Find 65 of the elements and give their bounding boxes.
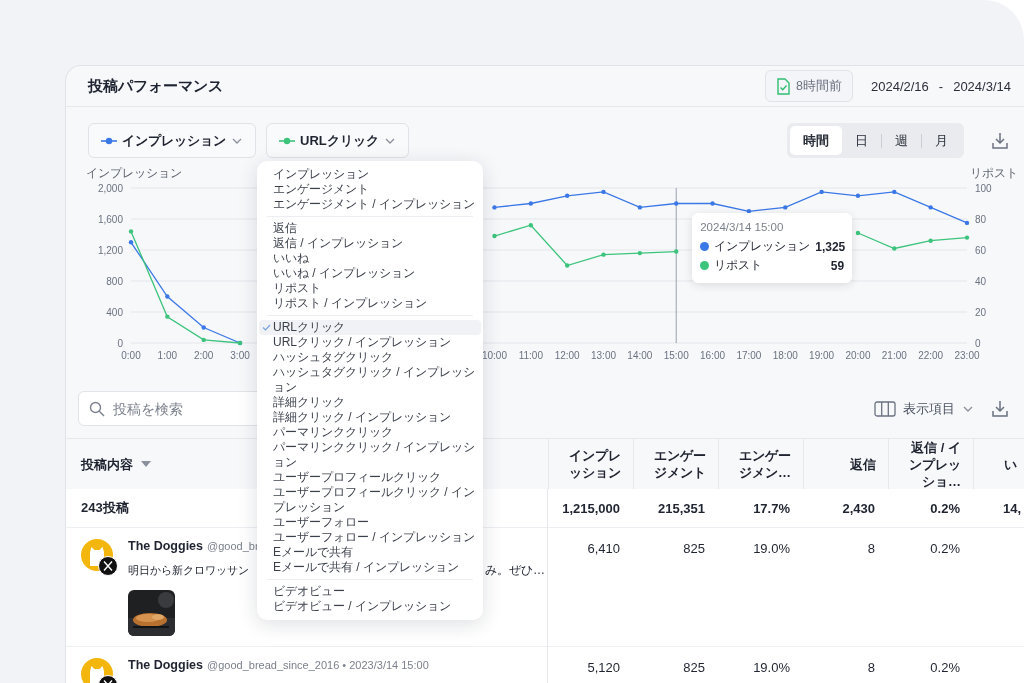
axis-label: 11:00 xyxy=(518,350,543,361)
axis-label: 15:00 xyxy=(663,350,689,361)
tooltip-label: インプレッション xyxy=(714,239,811,254)
axis-label: 12:00 xyxy=(554,350,580,361)
axis-label: 400 xyxy=(106,306,123,318)
axis-label: 0:00 xyxy=(121,350,141,361)
tooltip-title: 2024/3/14 15:00 xyxy=(700,221,785,233)
axis-label: 14:00 xyxy=(627,350,653,361)
axis-label: 0 xyxy=(117,337,123,349)
axis-label: 80 xyxy=(975,213,987,225)
axis-label: 20:00 xyxy=(845,350,871,361)
axis-label: 16:00 xyxy=(700,350,726,361)
post-text: み。ぜひ… xyxy=(485,562,545,579)
axis-label: 100 xyxy=(975,182,992,194)
axis-label: 60 xyxy=(975,244,987,256)
tooltip-value: 59 xyxy=(830,258,845,273)
table-cell-text: 5,120 xyxy=(587,660,620,677)
post-meta: @good_bread_since_2016 • 2023/3/14 15:00 xyxy=(207,659,429,671)
axis-label: 40 xyxy=(975,275,987,287)
table-cell-text: 8 xyxy=(867,541,875,558)
table-cell-text: 6,410 xyxy=(587,541,620,558)
axis-label: 23:00 xyxy=(954,350,980,361)
axis-label: 21:00 xyxy=(881,350,907,361)
axis-label: 13:00 xyxy=(591,350,617,361)
axis-label: 800 xyxy=(106,275,123,287)
table-cell: 2,430 xyxy=(842,500,875,516)
table-cell-text: 825 xyxy=(683,541,705,558)
axis-label: 17:00 xyxy=(736,350,762,361)
page-title: 投稿パフォーマンス xyxy=(88,76,223,96)
axis-label: 10:00 xyxy=(481,350,507,361)
post-text: 明日から新クロワッサン xyxy=(128,563,249,578)
table-cell-text: 825 xyxy=(683,660,705,677)
date-start: 2024/2/16 xyxy=(870,78,929,94)
axis-label: 1,600 xyxy=(97,213,123,225)
table-cell: 14, xyxy=(1003,500,1022,516)
axis-label: 1:00 xyxy=(157,350,178,361)
axis-title: インプレッション xyxy=(86,166,182,180)
table-cell: 1,215,000 xyxy=(562,500,620,516)
table-cell: 17.7% xyxy=(753,500,790,516)
date-end: 2024/3/14 xyxy=(953,78,1011,94)
summary-label: 243投稿 xyxy=(81,499,129,517)
table-cell-text: 19.0% xyxy=(753,541,790,558)
table-cell-text: 19.0% xyxy=(753,660,790,677)
author-name: The Doggies xyxy=(128,658,203,672)
axis-label: 1,200 xyxy=(97,244,123,256)
axis-label: 0 xyxy=(975,337,981,349)
table-cell-text: 0.2% xyxy=(930,660,960,677)
table-cell-text: 0.2% xyxy=(930,541,960,558)
author-name: The Doggies xyxy=(128,539,203,553)
axis-label: 22:00 xyxy=(918,350,944,361)
tooltip-value: 1,325 xyxy=(815,239,846,254)
date-separator: - xyxy=(938,78,944,94)
updated-text: 8時間前 xyxy=(796,77,842,95)
tooltip-label: リポスト xyxy=(714,258,764,273)
post-meta: @good_br xyxy=(207,540,259,552)
axis-label: 19:00 xyxy=(809,350,835,361)
table-cell: 0.2% xyxy=(930,500,960,516)
axis-label: 2:00 xyxy=(193,350,214,361)
axis-label: 18:00 xyxy=(772,350,798,361)
axis-label: 3:00 xyxy=(230,350,250,361)
axis-title: リポスト xyxy=(970,166,1018,180)
table-cell: 215,351 xyxy=(658,500,705,516)
table-cell-text: 8 xyxy=(867,660,875,677)
axis-label: 20 xyxy=(975,306,987,318)
axis-label: 2,000 xyxy=(97,182,123,194)
